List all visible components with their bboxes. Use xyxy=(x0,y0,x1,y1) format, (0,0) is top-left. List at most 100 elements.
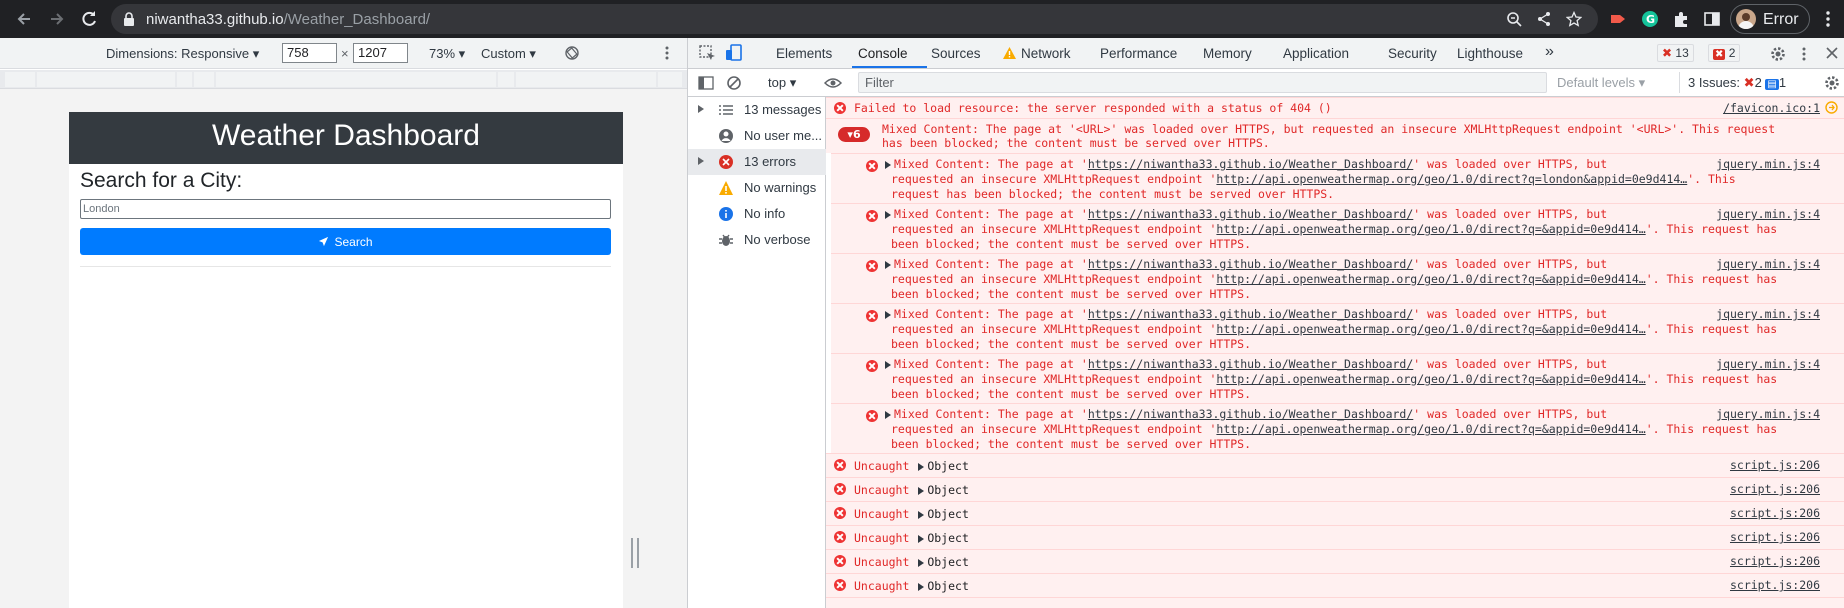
extension-red-icon[interactable] xyxy=(1608,9,1628,29)
search-button[interactable]: Search xyxy=(80,228,611,255)
rotate-icon[interactable] xyxy=(564,45,580,61)
expand-arrow-icon[interactable] xyxy=(885,360,891,369)
page-url-link[interactable]: https://niwantha33.github.io/Weather_Das… xyxy=(1088,307,1413,321)
source-link[interactable]: jquery.min.js:4 xyxy=(1716,357,1820,371)
throttle-dropdown[interactable]: Custom ▾ xyxy=(481,46,536,62)
network-request-icon[interactable] xyxy=(1825,101,1838,114)
sidebar-item-verbose[interactable]: No verbose xyxy=(688,227,826,253)
tab-memory[interactable]: Memory xyxy=(1203,46,1252,61)
console-group-mixed-content[interactable]: ▾6 Mixed Content: The page at '<URL>' wa… xyxy=(826,118,1844,153)
sidebar-item-user-messages[interactable]: No user me... xyxy=(688,123,826,149)
settings-gear-icon[interactable] xyxy=(1770,46,1786,62)
console-message-uncaught[interactable]: Uncaught Object script.js:206 xyxy=(826,477,1844,501)
lock-icon[interactable] xyxy=(121,11,137,27)
device-more-icon[interactable] xyxy=(664,45,670,61)
log-levels-dropdown[interactable]: Default levels ▾ xyxy=(1557,75,1645,91)
tab-security[interactable]: Security xyxy=(1388,46,1437,61)
clear-console-icon[interactable] xyxy=(726,75,742,91)
expand-arrow-icon[interactable] xyxy=(918,462,925,471)
dimensions-dropdown[interactable]: Dimensions: Responsive ▾ xyxy=(106,46,259,62)
source-link[interactable]: script.js:206 xyxy=(1730,554,1820,568)
expand-arrow-icon[interactable] xyxy=(918,558,925,567)
sidebar-item-errors[interactable]: 13 errors xyxy=(688,149,826,175)
console-message-uncaught[interactable]: Uncaught Object script.js:206 xyxy=(826,525,1844,549)
height-input[interactable]: 1207 xyxy=(353,43,408,63)
inspect-element-icon[interactable] xyxy=(699,45,716,62)
endpoint-link[interactable]: http://api.openweathermap.org/geo/1.0/di… xyxy=(1216,222,1645,236)
browser-menu-icon[interactable] xyxy=(1818,9,1838,29)
expand-arrow-icon[interactable] xyxy=(918,534,925,543)
console-message-favicon[interactable]: Failed to load resource: the server resp… xyxy=(826,97,1844,118)
media-query-ruler[interactable] xyxy=(0,70,687,89)
console-message-mixed-content[interactable]: Mixed Content: The page at 'https://niwa… xyxy=(831,253,1844,303)
source-link[interactable]: jquery.min.js:4 xyxy=(1716,157,1820,171)
width-input[interactable]: 758 xyxy=(282,43,337,63)
expand-arrow-icon[interactable] xyxy=(885,310,891,319)
sidebar-item-info[interactable]: No info xyxy=(688,201,826,227)
console-message-uncaught[interactable]: Uncaught Object script.js:206 xyxy=(826,501,1844,525)
source-link[interactable]: jquery.min.js:4 xyxy=(1716,307,1820,321)
device-toggle-icon[interactable] xyxy=(725,44,743,62)
address-bar[interactable]: niwantha33.github.io/Weather_Dashboard/ xyxy=(111,4,1598,34)
expand-arrow-icon[interactable] xyxy=(885,160,891,169)
star-icon[interactable] xyxy=(1566,11,1582,27)
source-link[interactable]: jquery.min.js:4 xyxy=(1716,257,1820,271)
tab-elements[interactable]: Elements xyxy=(776,46,832,61)
close-devtools-icon[interactable] xyxy=(1825,46,1839,60)
source-link[interactable]: /favicon.ico:1 xyxy=(1723,101,1820,115)
tab-lighthouse[interactable]: Lighthouse xyxy=(1457,46,1523,61)
tab-console[interactable]: Console xyxy=(858,46,908,61)
source-link[interactable]: script.js:206 xyxy=(1730,506,1820,520)
console-message-mixed-content[interactable]: Mixed Content: The page at 'https://niwa… xyxy=(831,203,1844,253)
zoom-dropdown[interactable]: 73% ▾ xyxy=(429,46,465,62)
source-link[interactable]: script.js:206 xyxy=(1730,578,1820,592)
endpoint-link[interactable]: http://api.openweathermap.org/geo/1.0/di… xyxy=(1216,272,1645,286)
context-dropdown[interactable]: top ▾ xyxy=(768,75,796,91)
page-url-link[interactable]: https://niwantha33.github.io/Weather_Das… xyxy=(1088,407,1413,421)
sidebar-item-warnings[interactable]: No warnings xyxy=(688,175,826,201)
console-settings-gear-icon[interactable] xyxy=(1824,75,1840,91)
endpoint-link[interactable]: http://api.openweathermap.org/geo/1.0/di… xyxy=(1216,172,1687,186)
expand-arrow-icon[interactable] xyxy=(885,410,891,419)
page-url-link[interactable]: https://niwantha33.github.io/Weather_Das… xyxy=(1088,207,1413,221)
warning-count-badge[interactable]: ✖ 2 xyxy=(1708,44,1741,62)
zoom-icon[interactable] xyxy=(1506,11,1522,27)
tab-network[interactable]: Network xyxy=(1021,46,1071,61)
extensions-puzzle-icon[interactable] xyxy=(1671,9,1691,29)
sidebar-toggle-icon[interactable] xyxy=(698,75,714,91)
side-panel-icon[interactable] xyxy=(1702,9,1722,29)
page-url-link[interactable]: https://niwantha33.github.io/Weather_Das… xyxy=(1088,257,1413,271)
console-message-mixed-content[interactable]: Mixed Content: The page at 'https://niwa… xyxy=(831,303,1844,353)
source-link[interactable]: script.js:206 xyxy=(1730,458,1820,472)
city-search-input[interactable]: London xyxy=(80,199,611,219)
error-count-badge[interactable]: ✖ 13 xyxy=(1657,44,1694,62)
console-message-mixed-content[interactable]: Mixed Content: The page at 'https://niwa… xyxy=(831,403,1844,453)
more-tabs-button[interactable]: » xyxy=(1545,43,1554,61)
source-link[interactable]: script.js:206 xyxy=(1730,530,1820,544)
console-message-uncaught[interactable]: Uncaught Object script.js:206 xyxy=(826,453,1844,477)
console-message-uncaught[interactable]: Uncaught Object script.js:206 xyxy=(826,549,1844,573)
expand-arrow-icon[interactable] xyxy=(885,210,891,219)
endpoint-link[interactable]: http://api.openweathermap.org/geo/1.0/di… xyxy=(1216,422,1645,436)
endpoint-link[interactable]: http://api.openweathermap.org/geo/1.0/di… xyxy=(1216,322,1645,336)
url-text[interactable]: niwantha33.github.io/Weather_Dashboard/ xyxy=(146,11,430,28)
source-link[interactable]: script.js:206 xyxy=(1730,482,1820,496)
expand-arrow-icon[interactable] xyxy=(918,486,925,495)
tab-sources[interactable]: Sources xyxy=(931,46,981,61)
expand-arrow-icon[interactable] xyxy=(918,510,925,519)
profile-error-button[interactable]: Error xyxy=(1730,4,1810,34)
endpoint-link[interactable]: http://api.openweathermap.org/geo/1.0/di… xyxy=(1216,372,1645,386)
group-count-badge[interactable]: ▾6 xyxy=(838,127,870,142)
issues-button[interactable]: 3 Issues: ✖2 ▤ 1 xyxy=(1679,72,1786,93)
share-icon[interactable] xyxy=(1536,11,1552,27)
page-url-link[interactable]: https://niwantha33.github.io/Weather_Das… xyxy=(1088,357,1413,371)
forward-button[interactable] xyxy=(45,7,69,31)
source-link[interactable]: jquery.min.js:4 xyxy=(1716,207,1820,221)
expand-arrow-icon[interactable] xyxy=(918,582,925,591)
console-filter-input[interactable]: Filter xyxy=(858,72,1547,93)
expand-arrow-icon[interactable] xyxy=(885,260,891,269)
viewport-resize-handle[interactable] xyxy=(631,538,639,568)
reload-button[interactable] xyxy=(77,7,101,31)
console-message-mixed-content[interactable]: Mixed Content: The page at 'https://niwa… xyxy=(831,153,1844,203)
console-message-mixed-content[interactable]: Mixed Content: The page at 'https://niwa… xyxy=(831,353,1844,403)
